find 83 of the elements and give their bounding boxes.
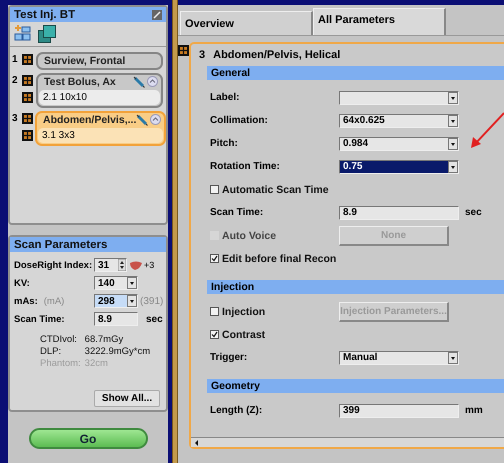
check-icon [211, 331, 218, 338]
maximize-icon[interactable] [152, 10, 162, 20]
input-field[interactable]: 399 [339, 404, 459, 418]
scan-icon [22, 92, 33, 103]
field-label: Length (Z): [210, 405, 264, 416]
scan-icon [22, 130, 33, 141]
dropdown-field[interactable] [339, 90, 459, 104]
copy-icon[interactable] [38, 25, 56, 43]
scan-name: Surview, Frontal [44, 55, 126, 67]
liver-icon [129, 260, 142, 270]
scan-number: 3 [199, 49, 206, 61]
checkbox[interactable] [210, 185, 219, 194]
scan-item[interactable]: Test Bolus, Ax 2.1 10x10 [36, 73, 163, 108]
recon-item[interactable]: 3.1 3x3 [38, 128, 164, 143]
panel-title: Test Inj. BT [14, 8, 76, 20]
scan-item[interactable]: Surview, Frontal [36, 52, 163, 70]
scan-icon [22, 113, 33, 124]
scan-item[interactable]: Abdomen/Pelvis,... 3.1 3x3 [35, 111, 166, 146]
checkbox[interactable] [210, 330, 219, 339]
dose-index-field[interactable]: 31 [94, 258, 127, 272]
checkbox-label[interactable]: Contrast [222, 328, 266, 340]
scan-icon [178, 45, 189, 56]
field-label: Scan Time: [210, 207, 264, 218]
parameter-label: Scan Time: [14, 314, 66, 324]
collapse-icon[interactable] [147, 76, 158, 87]
input-field[interactable]: 8.9 [339, 206, 459, 220]
syringe-icon [133, 76, 145, 88]
checkbox[interactable] [210, 307, 219, 316]
dose-index-offset: +3 [144, 260, 154, 270]
tab[interactable]: All Parameters [313, 8, 446, 35]
scan-title: Abdomen/Pelvis, Helical [213, 49, 340, 61]
horizontal-scrollbar[interactable] [191, 437, 504, 447]
scan-number: 2 [12, 75, 19, 86]
section-header: Injection [207, 280, 504, 294]
dose-label: CTDIvol: [40, 334, 78, 345]
unit-label: mm [465, 405, 483, 416]
field-label: Trigger: [210, 352, 248, 363]
parameter-label: mAs: (mA) [14, 296, 66, 306]
parameter-label: DoseRight Index: [14, 260, 94, 270]
scan-number: 1 [12, 54, 19, 65]
reference-value: (391) [140, 296, 164, 306]
annotation-arrow [469, 112, 504, 150]
scan-name: Abdomen/Pelvis,... [43, 114, 136, 126]
dropdown-field[interactable]: 0.75 [339, 160, 459, 174]
go-button[interactable]: Go [28, 428, 148, 449]
syringe-icon [136, 114, 148, 126]
show-all-button[interactable]: Show All... [94, 390, 160, 407]
tab[interactable]: Overview [180, 11, 313, 35]
scan-time-field[interactable]: 8.9 [94, 312, 138, 326]
check-icon [211, 255, 218, 262]
dropdown-field[interactable]: 0.984 [339, 136, 459, 150]
unit-label: sec [146, 314, 163, 324]
panel-title: Scan Parameters [10, 237, 166, 252]
dose-label: Phantom: [40, 358, 81, 369]
scan-number: 3 [12, 113, 19, 124]
dose-value: 68.7mGy [84, 334, 124, 345]
recon-item[interactable]: 2.1 10x10 [39, 90, 160, 105]
add-folder-icon[interactable] [14, 25, 32, 41]
field-label: Rotation Time: [210, 161, 281, 172]
checkbox-label[interactable]: Injection [222, 306, 266, 318]
section-header: Geometry [207, 379, 504, 393]
field-label: Pitch: [210, 138, 239, 149]
scan-icon [22, 54, 33, 65]
dose-value: 32cm [84, 358, 109, 369]
dropdown-field[interactable]: 140 [94, 276, 138, 290]
unit-label: sec [465, 207, 482, 218]
scroll-left-icon[interactable] [193, 438, 201, 446]
collapse-icon[interactable] [150, 114, 162, 125]
field-label: Collimation: [210, 115, 269, 126]
checkbox[interactable] [210, 254, 219, 263]
spinner-arrows-icon[interactable] [118, 259, 126, 271]
dropdown-field[interactable]: 64x0.625 [339, 114, 459, 128]
field-label: Label: [210, 92, 240, 103]
scan-name: Test Bolus, Ax [44, 76, 116, 88]
dose-label: DLP: [40, 346, 62, 357]
dropdown-field[interactable]: 298 [94, 294, 138, 308]
dose-value: 3222.9mGy*cm [84, 346, 150, 357]
dropdown-field[interactable]: Manual [339, 350, 459, 364]
scan-icon [22, 75, 33, 86]
section-header: General [207, 66, 504, 80]
parameter-label: KV: [14, 278, 31, 288]
checkbox-label[interactable]: Edit before final Recon [222, 252, 336, 264]
checkbox-label[interactable]: Automatic Scan Time [222, 184, 329, 196]
